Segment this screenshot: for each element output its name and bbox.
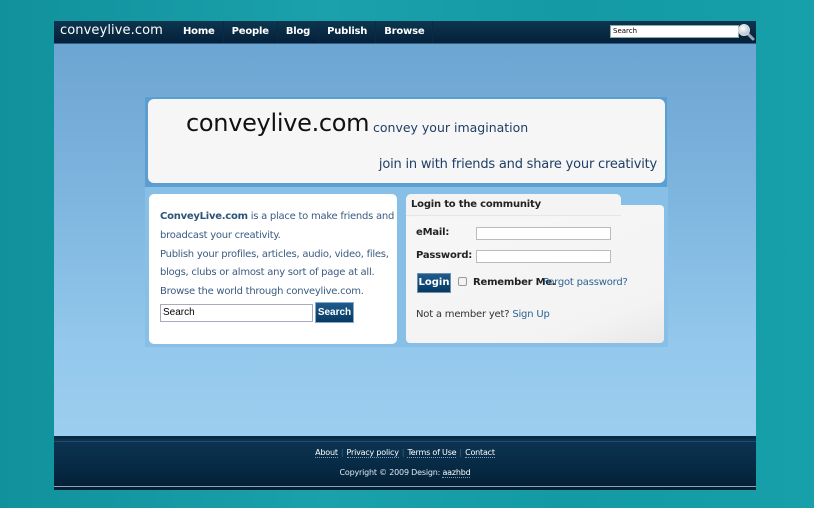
password-label: Password: <box>416 250 473 261</box>
nav-publish[interactable]: Publish <box>319 21 377 43</box>
top-navbar: conveylive.com Home People Blog Publish … <box>54 21 756 44</box>
divider <box>54 486 756 487</box>
login-button[interactable]: Login <box>417 273 451 293</box>
page: conveylive.com Home People Blog Publish … <box>54 21 756 490</box>
nav-browse[interactable]: Browse <box>376 21 434 43</box>
banner: conveylive.com convey your imagination j… <box>148 99 665 183</box>
separator: | <box>459 448 463 457</box>
intro-panel: ConveyLive.com is a place to make friend… <box>149 194 397 344</box>
separator: | <box>340 448 344 457</box>
intro-search-input[interactable] <box>160 304 313 322</box>
banner-title: conveylive.com <box>186 109 370 137</box>
designer-link[interactable]: aazhbd <box>442 468 471 478</box>
intro-line: blogs, clubs or almost any sort of page … <box>160 267 375 278</box>
intro-line: ConveyLive.com is a place to make friend… <box>160 211 394 222</box>
remember-me-checkbox[interactable] <box>458 277 467 286</box>
footer-link-terms[interactable]: Terms of Use <box>407 448 457 458</box>
nav-blog[interactable]: Blog <box>278 21 320 43</box>
main-nav: Home People Blog Publish Browse <box>175 21 434 43</box>
intro-text: is a place to make friends and <box>247 211 395 222</box>
intro-line: Browse the world through conveylive.com. <box>160 286 364 297</box>
signup-link[interactable]: Sign Up <box>512 309 549 320</box>
header-search-input[interactable] <box>610 25 739 38</box>
intro-line: Publish your profiles, articles, audio, … <box>160 249 389 260</box>
banner-tagline: convey your imagination <box>373 120 529 135</box>
intro-line: broadcast your creativity. <box>160 230 281 241</box>
footer-link-about[interactable]: About <box>315 448 338 458</box>
footer-links: About | Privacy policy | Terms of Use | Contac… <box>54 448 756 458</box>
email-field[interactable] <box>476 227 611 240</box>
footer-link-contact[interactable]: Contact <box>465 448 495 458</box>
divider <box>54 441 756 442</box>
not-member-text: Not a member yet? <box>416 309 510 320</box>
separator: | <box>401 448 405 457</box>
site-logo[interactable]: conveylive.com <box>60 23 163 38</box>
intro-brand: ConveyLive.com <box>160 211 248 222</box>
copyright: Copyright © 2009 Design: aazhbd <box>54 468 756 478</box>
forgot-password-link[interactable]: Forgot password? <box>543 277 628 288</box>
footer: About | Privacy policy | Terms of Use | Contac… <box>54 436 756 490</box>
nav-people[interactable]: People <box>224 21 278 43</box>
copyright-text: Copyright © 2009 Design: <box>339 468 443 477</box>
intro-search-button[interactable]: Search <box>315 302 354 323</box>
login-title: Login to the community <box>411 199 541 210</box>
search-icon[interactable] <box>737 23 755 41</box>
banner-subtitle: join in with friends and share your crea… <box>378 157 657 172</box>
footer-link-privacy[interactable]: Privacy policy <box>346 448 399 458</box>
password-field[interactable] <box>476 250 611 263</box>
email-label: eMail: <box>416 227 450 238</box>
signup-prompt: Not a member yet? Sign Up <box>416 309 550 320</box>
divider <box>406 215 621 216</box>
nav-home[interactable]: Home <box>175 21 224 43</box>
